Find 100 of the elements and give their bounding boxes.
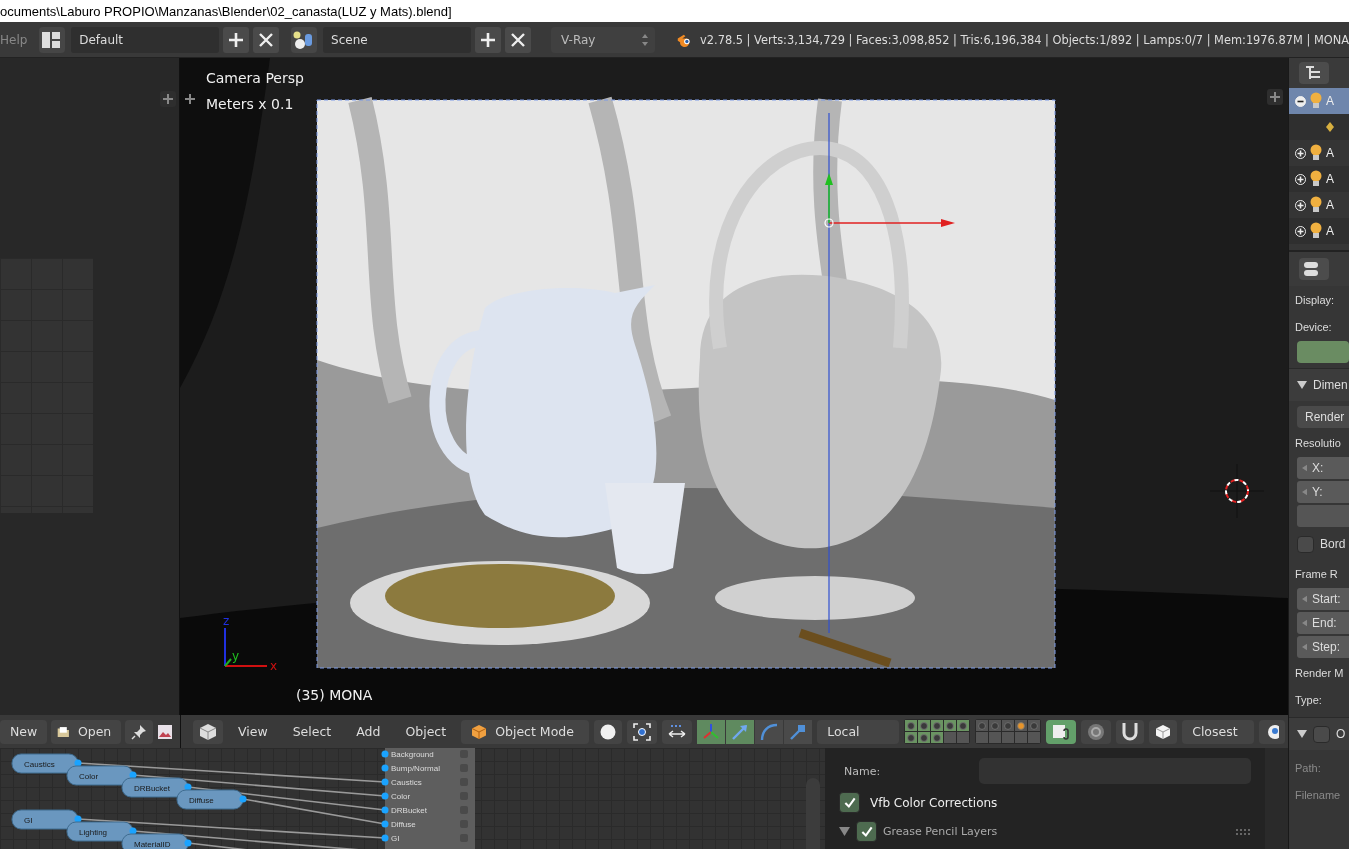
node[interactable]	[66, 765, 137, 786]
menu-item[interactable]: Object	[395, 724, 457, 739]
layer-cell[interactable]	[905, 720, 918, 731]
mode-dropdown[interactable]: Object Mode	[461, 719, 590, 744]
layer-cell[interactable]	[976, 732, 989, 743]
checkbox[interactable]	[839, 792, 860, 813]
layer-cell[interactable]	[1015, 720, 1028, 731]
node[interactable]	[121, 777, 192, 798]
output-node[interactable]	[385, 748, 475, 849]
object-label: (35) MONA	[296, 687, 373, 703]
checkbox[interactable]	[856, 821, 877, 842]
image-icon[interactable]	[157, 723, 174, 740]
expand-icon[interactable]	[1295, 199, 1306, 211]
layer-cell[interactable]	[1028, 732, 1041, 743]
disclosure-triangle-icon[interactable]	[1297, 729, 1307, 739]
layer-cell[interactable]	[957, 732, 970, 743]
menu-item[interactable]: Select	[282, 724, 342, 739]
viewport-shading-dropdown[interactable]	[594, 719, 623, 744]
layer-cell[interactable]	[918, 732, 931, 743]
expand-icon[interactable]	[1295, 173, 1306, 185]
scale-manipulator-button[interactable]	[784, 719, 813, 744]
disclosure-triangle-icon[interactable]	[839, 826, 850, 837]
rotate-manipulator-button[interactable]	[755, 719, 784, 744]
add-icon[interactable]	[223, 26, 250, 53]
add-tab-icon[interactable]	[160, 91, 176, 107]
panel-header[interactable]: Dimen	[1289, 368, 1349, 401]
layer-cell[interactable]	[1002, 732, 1015, 743]
pin-button[interactable]	[125, 719, 154, 744]
render-preview-button[interactable]	[1259, 719, 1286, 744]
layer-cell[interactable]	[944, 732, 957, 743]
lock-layers-toggle[interactable]	[1046, 719, 1077, 744]
layer-dot-icon	[946, 721, 955, 730]
translate-manipulator-button[interactable]	[726, 719, 755, 744]
expand-icon[interactable]	[1295, 225, 1306, 237]
layer-cell[interactable]	[1028, 720, 1041, 731]
layer-cell[interactable]	[931, 720, 944, 731]
manipulator-toggle[interactable]	[662, 719, 693, 744]
menu-item[interactable]: View	[228, 724, 278, 739]
scene-selector[interactable]	[291, 26, 318, 53]
new-image-button[interactable]: New	[0, 719, 48, 744]
layer-cell[interactable]	[918, 720, 931, 731]
checkbox[interactable]	[1313, 725, 1330, 743]
node-label: Diffuse	[189, 796, 214, 805]
layer-cell[interactable]	[944, 720, 957, 731]
layout-name-field[interactable]: Default	[71, 26, 220, 53]
scene-name-field[interactable]: Scene	[323, 26, 472, 53]
number-field[interactable]: X:	[1297, 457, 1349, 479]
empty-field[interactable]	[1297, 505, 1349, 527]
outliner-row[interactable]	[1289, 114, 1349, 140]
layer-grid[interactable]	[975, 719, 1042, 744]
node[interactable]	[121, 833, 192, 849]
layout-selector[interactable]	[39, 26, 66, 53]
layer-cell[interactable]	[957, 720, 970, 731]
add-tab-icon[interactable]	[1267, 89, 1283, 105]
snap-toggle[interactable]	[1116, 719, 1145, 744]
number-field[interactable]: Start:	[1297, 588, 1349, 610]
panel-header[interactable]: O	[1289, 717, 1349, 750]
outliner-display-selector[interactable]	[1299, 62, 1329, 84]
number-field[interactable]: End:	[1297, 612, 1349, 634]
layer-cell[interactable]	[1002, 720, 1015, 731]
3d-cursor-icon[interactable]	[1210, 464, 1264, 518]
pivot-point-dropdown[interactable]	[627, 719, 658, 744]
collapse-icon[interactable]	[1295, 95, 1306, 107]
orientation-dropdown[interactable]: Local	[817, 719, 900, 744]
drag-handle-icon[interactable]	[1235, 828, 1251, 835]
node[interactable]	[11, 753, 82, 774]
layer-grid[interactable]	[904, 719, 971, 744]
add-tab-icon[interactable]	[182, 91, 198, 107]
axes-manipulator-button[interactable]	[697, 719, 726, 744]
arrow-icon	[731, 722, 750, 741]
scale-handle-icon	[789, 722, 808, 741]
layer-cell[interactable]	[989, 732, 1002, 743]
outliner-row[interactable]: A	[1289, 218, 1349, 244]
node[interactable]	[66, 821, 137, 842]
preset-dropdown[interactable]: Render	[1297, 406, 1349, 428]
layer-cell[interactable]	[976, 720, 989, 731]
node[interactable]	[176, 789, 247, 810]
layer-cell[interactable]	[1015, 732, 1028, 743]
layer-cell[interactable]	[989, 720, 1002, 731]
disclosure-triangle-icon[interactable]	[1297, 380, 1307, 390]
open-image-button[interactable]: Open	[51, 719, 122, 744]
snap-target-dropdown[interactable]: Closest	[1182, 719, 1255, 744]
editor-type-selector[interactable]	[193, 719, 223, 744]
proportional-editing-toggle[interactable]	[1081, 719, 1112, 744]
properties-display-selector[interactable]	[1299, 258, 1329, 280]
close-icon[interactable]	[505, 26, 532, 53]
close-icon[interactable]	[253, 26, 280, 53]
checkbox[interactable]	[1297, 535, 1314, 553]
object-name: A	[1326, 94, 1334, 108]
number-field[interactable]: Y:	[1297, 481, 1349, 503]
layer-cell[interactable]	[931, 732, 944, 743]
outliner-row[interactable]: A	[1289, 166, 1349, 192]
render-engine-dropdown[interactable]: V-Ray	[551, 26, 656, 53]
node[interactable]	[11, 809, 82, 830]
layer-cell[interactable]	[905, 732, 918, 743]
menu-item[interactable]: Add	[346, 724, 391, 739]
expand-icon[interactable]	[1295, 147, 1306, 159]
snap-element-dropdown[interactable]	[1149, 719, 1178, 744]
number-field[interactable]: Step:	[1297, 636, 1349, 658]
add-icon[interactable]	[475, 26, 502, 53]
